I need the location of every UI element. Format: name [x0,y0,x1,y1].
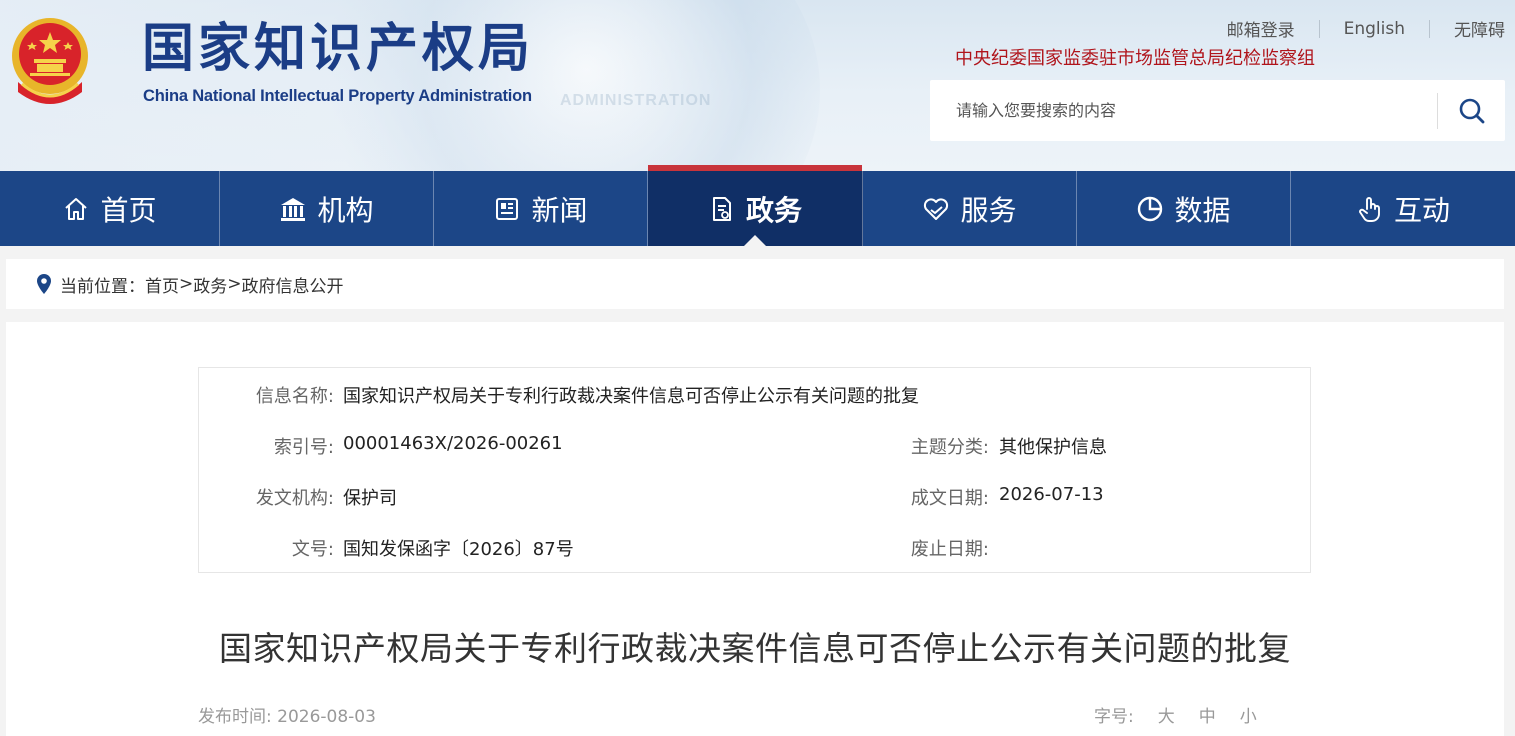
newspaper-icon [493,195,521,223]
search-button[interactable] [1438,80,1505,141]
site-logo-chinese[interactable]: 国家知识产权局 [142,16,534,82]
meta-issuer-value: 保护司 [343,488,397,509]
accessibility-link[interactable]: 无障碍 [1454,16,1505,41]
publish-time: 发布时间: 2026-08-03 [198,702,376,727]
nav-item-institution[interactable]: 机构 [220,171,434,246]
national-emblem-icon [12,18,88,104]
meta-docno-value: 国知发保函字〔2026〕87号 [343,539,574,560]
breadcrumb-prefix: 当前位置： [60,276,145,297]
font-size-medium-button[interactable]: 中 [1199,702,1216,727]
meta-docno-label: 文号: [291,539,334,560]
font-size-label: 字号: [1094,707,1134,727]
breadcrumb-government-affairs[interactable]: 政务 [193,272,227,297]
article-title: 国家知识产权局关于专利行政裁决案件信息可否停止公示有关问题的批复 [219,629,1291,668]
meta-topic-value: 其他保护信息 [999,437,1107,458]
breadcrumb-separator: > [227,274,242,294]
nav-item-interaction[interactable]: 互动 [1291,171,1515,246]
publish-time-value: 2026-08-03 [277,707,376,727]
main-nav: 首页 机构 新闻 政务 服务 数据 互动 [0,165,1515,246]
meta-row-issuer: 发文机构: 保护司 成文日期: 2026-07-13 [199,484,1310,514]
meta-expiry-label: 废止日期: [910,539,989,560]
home-icon [62,195,90,223]
font-size-small-button[interactable]: 小 [1240,702,1257,727]
site-logo-english[interactable]: China National Intellectual Property Adm… [143,87,532,106]
hand-pointer-icon [1356,195,1384,223]
font-size-large-button[interactable]: 大 [1158,702,1175,727]
pie-chart-icon [1136,195,1164,223]
english-link[interactable]: English [1344,19,1405,39]
meta-date-label: 成文日期: [910,488,989,509]
meta-name-value: 国家知识产权局关于专利行政裁决案件信息可否停止公示有关问题的批复 [343,386,919,407]
heart-hand-icon [922,195,950,223]
meta-row-docno: 文号: 国知发保函字〔2026〕87号 废止日期: [199,535,1310,565]
institution-icon [279,195,307,223]
breadcrumb: 当前位置： 首页 > 政务 > 政府信息公开 [6,259,1504,309]
meta-index-value: 00001463X/2026-00261 [343,433,563,454]
header-watermark: ADMINISTRATION [560,92,712,109]
nav-item-service[interactable]: 服务 [863,171,1077,246]
document-meta-table: 信息名称: 国家知识产权局关于专利行政裁决案件信息可否停止公示有关问题的批复 索… [198,367,1311,573]
search-input[interactable] [930,80,1437,141]
breadcrumb-gov-info-disclosure[interactable]: 政府信息公开 [242,272,344,297]
mail-login-link[interactable]: 邮箱登录 [1227,16,1295,41]
meta-row-name: 信息名称: 国家知识产权局关于专利行政裁决案件信息可否停止公示有关问题的批复 [199,382,1310,412]
top-links: 邮箱登录 English 无障碍 [1227,16,1505,42]
discipline-inspection-link[interactable]: 中央纪委国家监委驻市场监管总局纪检监察组 [955,44,1315,70]
content-panel: 信息名称: 国家知识产权局关于专利行政裁决案件信息可否停止公示有关问题的批复 索… [6,322,1504,736]
site-header: ADMINISTRATION 国家知识产权局 China National In… [0,0,1515,171]
nav-item-government-affairs[interactable]: 政务 [648,165,863,246]
search-box [930,80,1505,141]
publish-time-label: 发布时间: [198,707,272,727]
meta-row-index: 索引号: 00001463X/2026-00261 主题分类: 其他保护信息 [199,433,1310,463]
document-icon [708,195,736,223]
font-size-switcher: 字号: 大 中 小 [1094,702,1257,727]
breadcrumb-separator: > [179,274,194,294]
meta-topic-label: 主题分类: [910,437,989,458]
nav-item-data[interactable]: 数据 [1077,171,1291,246]
meta-issuer-label: 发文机构: [255,488,334,509]
breadcrumb-home[interactable]: 首页 [145,272,179,297]
search-icon [1459,98,1484,123]
meta-date-value: 2026-07-13 [999,484,1104,505]
meta-index-label: 索引号: [273,437,334,458]
nav-item-news[interactable]: 新闻 [434,171,648,246]
nav-item-home[interactable]: 首页 [0,171,220,246]
location-pin-icon [36,273,52,295]
meta-name-label: 信息名称: [255,386,334,407]
